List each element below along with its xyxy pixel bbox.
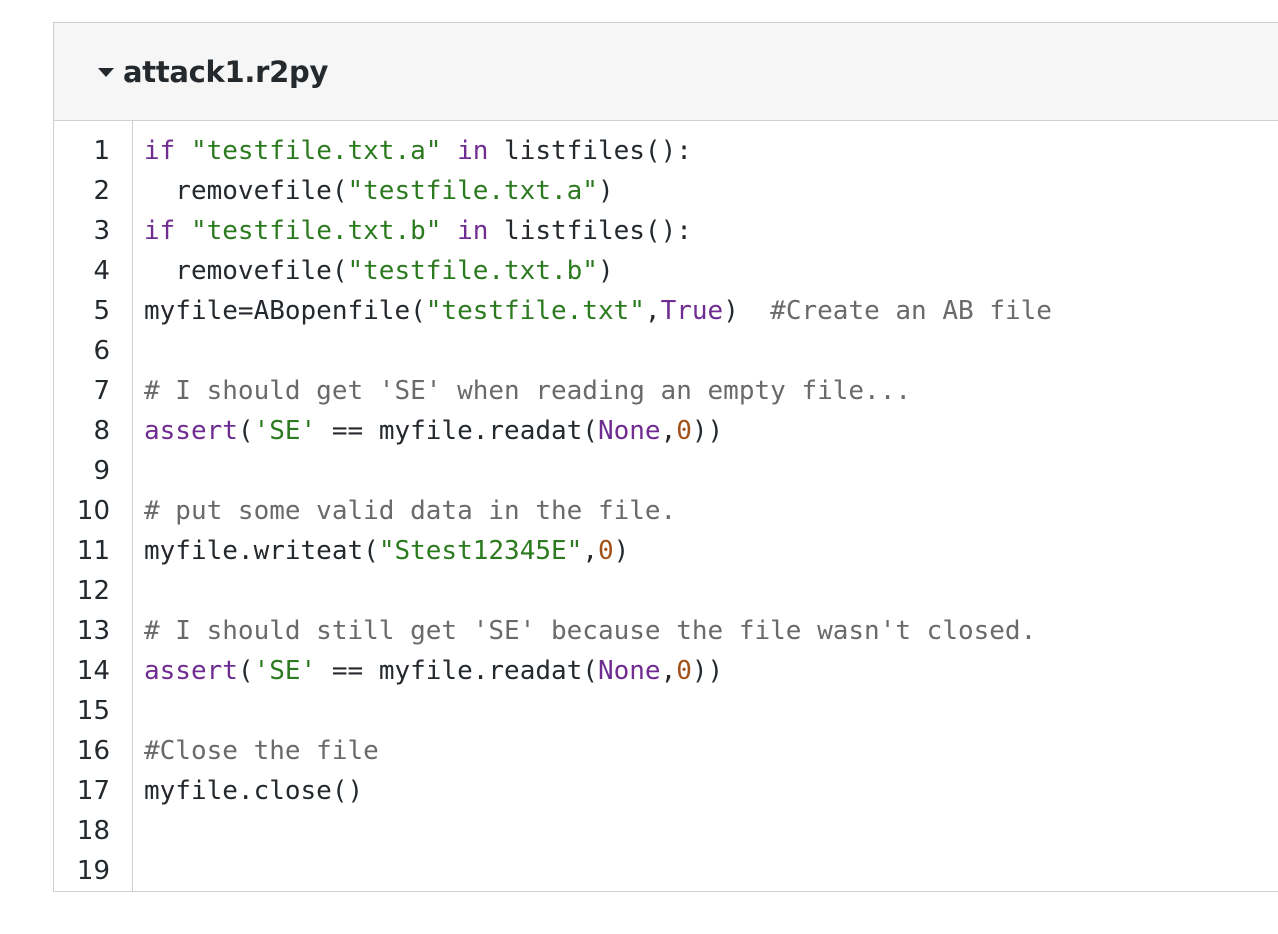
code-line: myfile.writeat("Stest12345E",0) [144,531,1052,571]
code-token: listfiles(): [488,216,692,246]
code-token: )) [691,656,724,686]
code-token: , [660,416,677,446]
code-line: removefile("testfile.txt.a") [144,171,1052,211]
line-number: 13 [76,616,110,646]
code-line: if "testfile.txt.a" in listfiles(): [144,131,1052,171]
line-number: 19 [76,856,110,886]
code-token: == myfile.readat( [316,416,598,446]
line-number: 6 [93,336,110,366]
code-token: ) [723,296,771,326]
code-token: # put some valid data in the file. [144,496,677,526]
code-line: assert('SE' == myfile.readat(None,0)) [144,411,1052,451]
code-line: myfile.close() [144,771,1052,811]
code-token: ( [237,416,254,446]
code-token: ) [613,536,630,566]
code-token: 'SE' [253,656,317,686]
file-name: attack1.r2py [123,54,329,89]
code-token: , [644,296,661,326]
code-token: == myfile.readat( [316,656,598,686]
line-number: 17 [76,776,110,806]
code-file-panel: attack1.r2py 1 2 3 4 5 6 7 8 9 10 11 12 13 14 15 16 17 18… [53,22,1278,892]
code-token: "testfile.txt.a" [347,176,598,206]
caret-down-icon[interactable] [98,68,114,77]
line-number: 9 [93,456,110,486]
code-token: "testfile.txt.b" [347,256,598,286]
code-token: listfiles(): [488,136,692,166]
code-token: ) [597,176,614,206]
code-token: # I should still get 'SE' because the fi… [144,616,1037,646]
code-token: myfile=ABopenfile( [144,296,426,326]
code-token: removefile( [144,176,348,206]
code-token: assert [144,416,238,446]
line-number-gutter: 1 2 3 4 5 6 7 8 9 10 11 12 13 14 15 16 17 18 19 [54,121,133,891]
code-token: "Stest12345E" [378,536,583,566]
line-number: 3 [93,216,110,246]
code-token: myfile.writeat( [144,536,379,566]
code-token: 0 [597,536,614,566]
code-token: "testfile.txt.a" [190,136,442,166]
code-line: #Close the file [144,731,1052,771]
file-header-toggle[interactable]: attack1.r2py [54,23,1278,121]
code-content: if "testfile.txt.a" in listfiles(): remo… [133,121,1052,891]
code-token: assert [144,656,238,686]
line-number: 16 [76,736,110,766]
code-token: if [144,136,176,166]
code-token: removefile( [144,256,348,286]
line-number: 1 [93,136,110,166]
code-body: 1 2 3 4 5 6 7 8 9 10 11 12 13 14 15 16 17 18 19 if "testfi… [54,121,1278,891]
code-token: ) [597,256,614,286]
code-line: if "testfile.txt.b" in listfiles(): [144,211,1052,251]
code-token: 0 [676,416,692,446]
line-number: 18 [76,816,110,846]
code-token: )) [691,416,724,446]
line-number: 5 [93,296,110,326]
code-line: # I should get 'SE' when reading an empt… [144,371,1052,411]
code-token: # I should get 'SE' when reading an empt… [144,376,912,406]
code-token: myfile.close() [144,776,364,806]
line-number: 14 [76,656,110,686]
code-token: None [597,656,661,686]
code-token: in [457,216,489,246]
code-token: in [457,136,489,166]
code-line: # put some valid data in the file. [144,491,1052,531]
code-token: ( [237,656,254,686]
code-line: removefile("testfile.txt.b") [144,251,1052,291]
code-token: 'SE' [253,416,317,446]
code-line: # I should still get 'SE' because the fi… [144,611,1052,651]
code-token: , [660,656,677,686]
line-number: 11 [76,536,110,566]
code-token: if [144,216,176,246]
line-number: 15 [76,696,110,726]
code-line: myfile=ABopenfile("testfile.txt",True) #… [144,291,1052,331]
code-token: None [597,416,661,446]
line-number: 4 [93,256,110,286]
code-token: #Create an AB file [770,296,1052,326]
line-number: 12 [76,576,110,606]
line-number: 7 [93,376,110,406]
code-line: assert('SE' == myfile.readat(None,0)) [144,651,1052,691]
code-token: #Close the file [144,736,379,766]
line-number: 10 [76,496,110,526]
code-token: True [660,296,724,326]
line-number: 2 [93,176,110,206]
code-token: "testfile.txt.b" [190,216,442,246]
code-token: "testfile.txt" [425,296,645,326]
code-token: 0 [676,656,692,686]
code-token: , [582,536,598,566]
line-number: 8 [93,416,110,446]
